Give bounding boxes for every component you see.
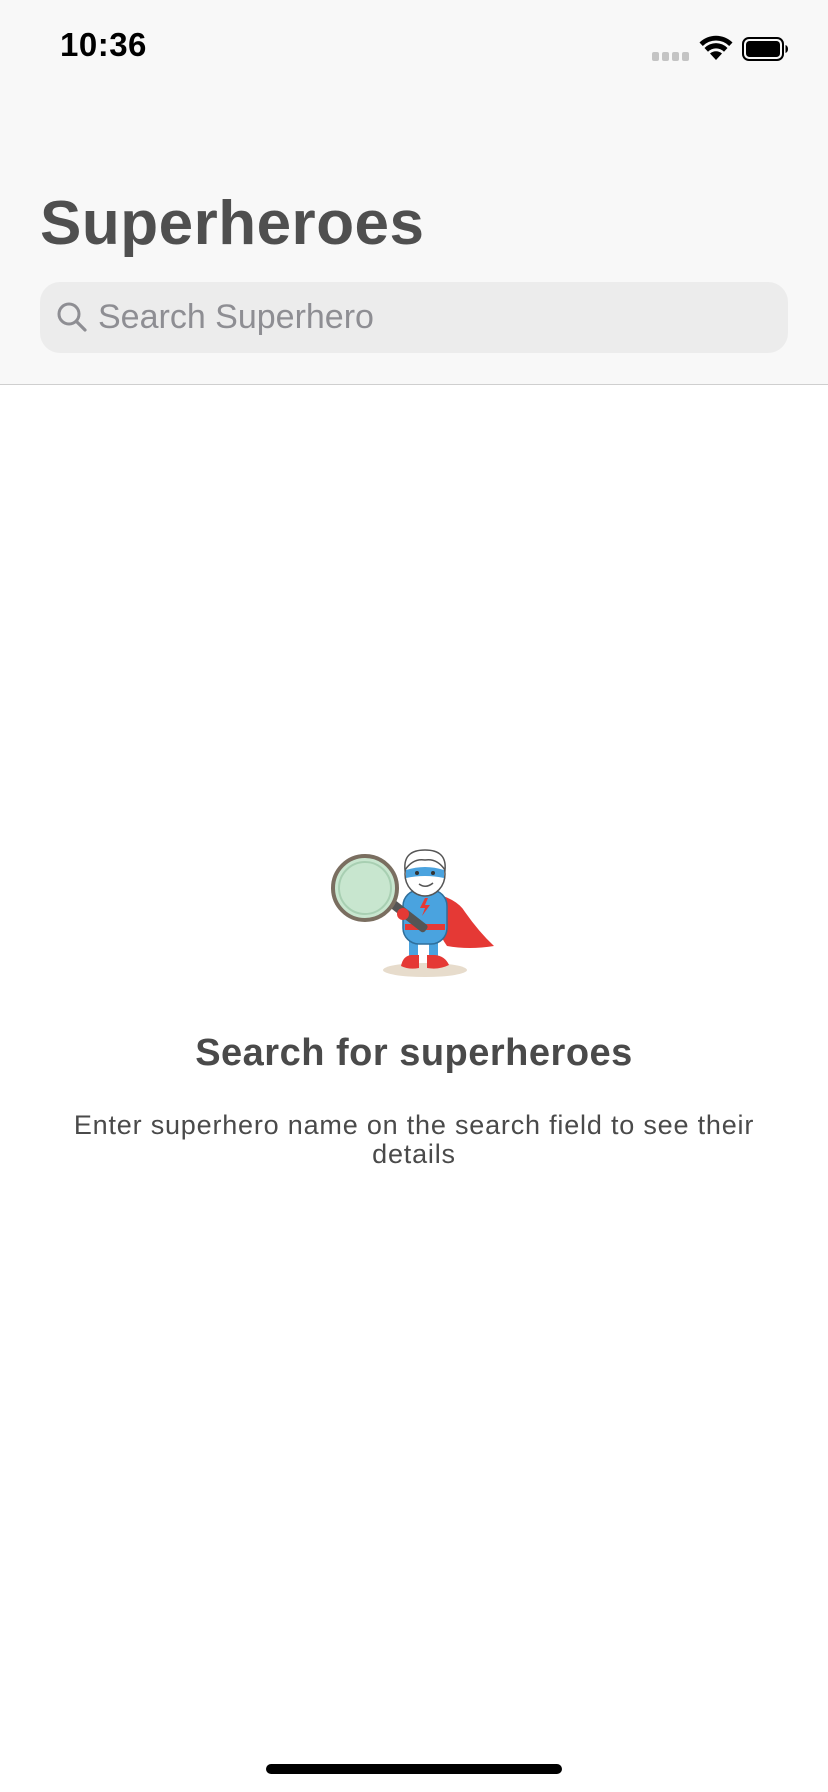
empty-state-subtitle: Enter superhero name on the search field… (73, 1110, 755, 1169)
status-time: 10:36 (60, 26, 147, 63)
empty-state-title: Search for superheroes (195, 1032, 633, 1074)
superhero-illustration (331, 849, 494, 977)
wifi-icon (699, 35, 733, 60)
app-screen: 10:36 Superheroes Search Superhero Searc… (0, 0, 828, 1792)
search-bar[interactable] (40, 282, 788, 353)
empty-state: Search for superheroes Enter superhero n… (0, 840, 828, 1169)
search-input[interactable] (98, 282, 768, 353)
home-indicator[interactable] (266, 1764, 562, 1774)
status-bar: 10:36 (0, 0, 828, 100)
page-title: Superheroes (40, 189, 425, 258)
battery-icon (742, 37, 788, 61)
search-icon (57, 302, 87, 332)
cellular-signal-icon (652, 52, 692, 62)
